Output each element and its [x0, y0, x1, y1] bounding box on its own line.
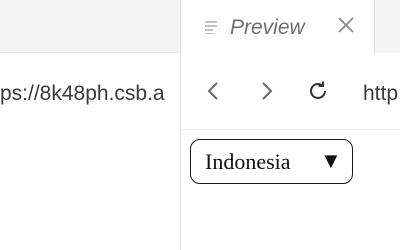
chevron-right-icon[interactable] [255, 80, 277, 102]
country-select-value: Indonesia [205, 149, 291, 174]
preview-tab[interactable]: Preview [181, 0, 375, 54]
preview-tab-bar: Preview [181, 0, 400, 54]
editor-url-text: ps://8k48ph.csb.a [0, 82, 165, 105]
dropdown-arrow-icon: ▼ [320, 148, 342, 173]
preview-tab-title: Preview [230, 16, 305, 39]
country-select[interactable]: Indonesia ▼ [190, 139, 353, 184]
editor-pane: ps://8k48ph.csb.a [0, 0, 180, 250]
editor-tab-bar [0, 0, 180, 53]
refresh-icon[interactable] [307, 80, 329, 102]
preview-url-text[interactable]: http [363, 82, 400, 106]
lines-icon [205, 21, 217, 34]
close-icon[interactable] [337, 16, 355, 34]
chevron-left-icon[interactable] [203, 80, 225, 102]
preview-pane: Preview http Indonesia ▼ [180, 0, 400, 250]
